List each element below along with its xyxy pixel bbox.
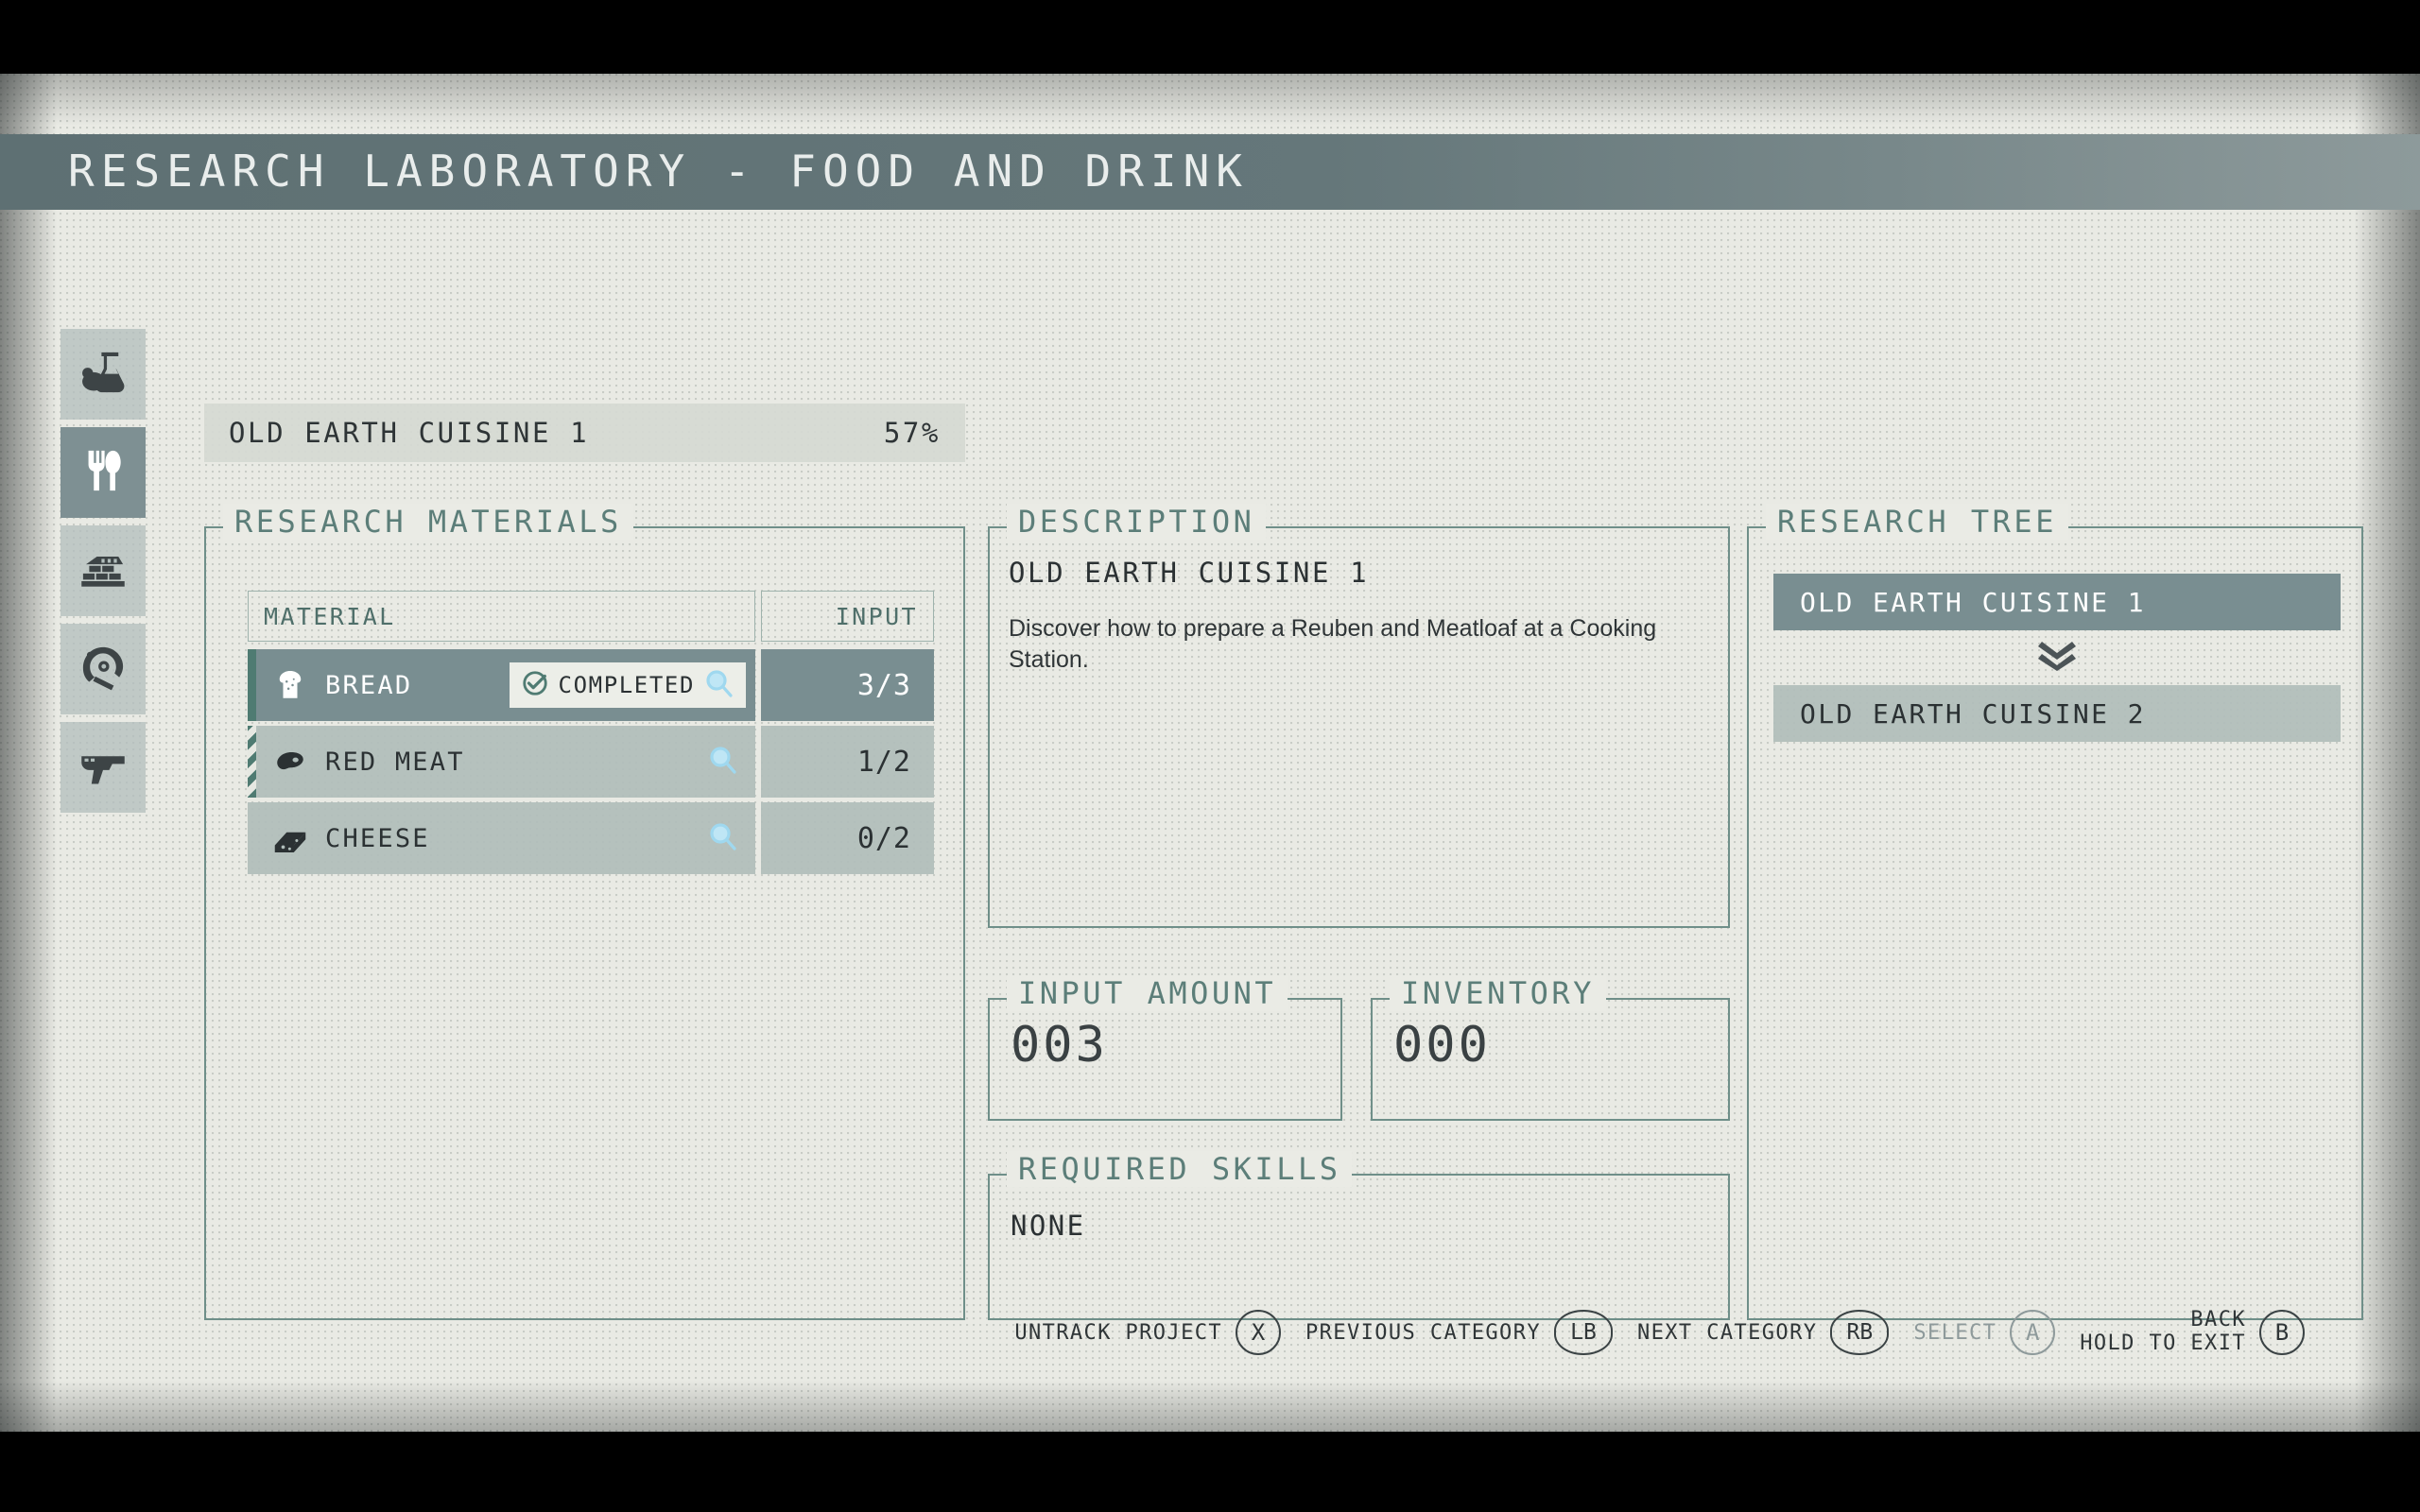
search-icon[interactable] bbox=[704, 668, 735, 703]
project-progress: 57% bbox=[883, 417, 941, 449]
research-tree-legend: RESEARCH TREE bbox=[1766, 504, 2068, 540]
status-badge[interactable]: COMPLETED bbox=[509, 662, 746, 708]
helmet-icon bbox=[78, 643, 128, 696]
sidebar-item-pharmacology[interactable] bbox=[60, 329, 146, 420]
description-title: OLD EARTH CUISINE 1 bbox=[1009, 557, 1370, 589]
bread-icon bbox=[268, 666, 312, 704]
hint-select: SELECT A bbox=[1913, 1310, 2056, 1355]
materials-table: MATERIAL INPUT BREAD COMPLETED 3/3 RED M… bbox=[248, 591, 934, 879]
button-glyph-rb: RB bbox=[1830, 1310, 1890, 1355]
required-skills-panel: REQUIRED SKILLS NONE bbox=[988, 1151, 1730, 1320]
check-circle-icon bbox=[521, 669, 549, 702]
button-glyph-lb: LB bbox=[1553, 1310, 1613, 1355]
material-name: CHEESE bbox=[325, 823, 430, 853]
footer-control-hints: UNTRACK PROJECT X PREVIOUS CATEGORY LB N… bbox=[0, 1299, 2363, 1366]
chevron-double-down-icon bbox=[2036, 640, 2078, 677]
required-skills-legend: REQUIRED SKILLS bbox=[1007, 1151, 1353, 1187]
sidebar-item-food-and-drink[interactable] bbox=[60, 427, 146, 518]
inventory-value: 000 bbox=[1393, 1017, 1491, 1074]
tree-node-next[interactable]: OLD EARTH CUISINE 2 bbox=[1773, 685, 2341, 742]
description-panel: DESCRIPTION OLD EARTH CUISINE 1 Discover… bbox=[988, 504, 1730, 928]
hint-back-hold-to-exit[interactable]: BACK HOLD TO EXIT B bbox=[2080, 1309, 2305, 1355]
tracked-project-header[interactable]: OLD EARTH CUISINE 1 57% bbox=[204, 404, 965, 462]
screen-title-bar: RESEARCH LABORATORY - FOOD AND DRINK bbox=[0, 134, 2420, 210]
game-viewport: RESEARCH LABORATORY - FOOD AND DRINK OLD… bbox=[0, 74, 2420, 1432]
status-badge-label: COMPLETED bbox=[558, 672, 695, 698]
research-tree: OLD EARTH CUISINE 1 OLD EARTH CUISINE 2 bbox=[1773, 574, 2341, 742]
project-name: OLD EARTH CUISINE 1 bbox=[229, 417, 590, 449]
table-row[interactable]: BREAD COMPLETED 3/3 bbox=[248, 649, 934, 721]
column-header-input: INPUT bbox=[761, 591, 934, 642]
sidebar-item-equipment[interactable] bbox=[60, 624, 146, 714]
research-materials-panel: RESEARCH MATERIALS MATERIAL INPUT BREAD … bbox=[204, 504, 965, 1320]
row-status-accent bbox=[248, 649, 256, 721]
sidebar-item-outpost-development[interactable] bbox=[60, 525, 146, 616]
material-input-value: 3/3 bbox=[761, 649, 934, 721]
hint-label: PREVIOUS CATEGORY bbox=[1305, 1320, 1541, 1345]
input-amount-legend: INPUT AMOUNT bbox=[1007, 975, 1288, 1011]
cheese-icon bbox=[268, 819, 312, 857]
hint-next-category[interactable]: NEXT CATEGORY RB bbox=[1636, 1310, 1890, 1355]
hint-label: NEXT CATEGORY bbox=[1636, 1320, 1818, 1345]
table-row[interactable]: RED MEAT 1/2 bbox=[248, 726, 934, 798]
material-name: RED MEAT bbox=[325, 747, 465, 777]
materials-table-header: MATERIAL INPUT bbox=[248, 591, 934, 642]
research-materials-legend: RESEARCH MATERIALS bbox=[223, 504, 633, 540]
tree-link bbox=[1773, 630, 2341, 685]
search-icon[interactable] bbox=[708, 821, 738, 856]
column-header-material: MATERIAL bbox=[248, 591, 755, 642]
search-icon[interactable] bbox=[708, 745, 738, 780]
tree-node-current[interactable]: OLD EARTH CUISINE 1 bbox=[1773, 574, 2341, 630]
hint-label: SELECT bbox=[1913, 1320, 1997, 1345]
game-screen: RESEARCH LABORATORY - FOOD AND DRINK OLD… bbox=[0, 0, 2420, 1512]
material-input-value: 1/2 bbox=[761, 726, 934, 798]
table-row[interactable]: CHEESE 0/2 bbox=[248, 802, 934, 874]
page-title: RESEARCH LABORATORY - FOOD AND DRINK bbox=[68, 145, 1249, 197]
sidebar-item-weaponry[interactable] bbox=[60, 722, 146, 813]
hint-label: UNTRACK PROJECT bbox=[1014, 1320, 1223, 1345]
research-tree-panel: RESEARCH TREE OLD EARTH CUISINE 1 OLD EA… bbox=[1747, 504, 2363, 1320]
input-amount-panel: INPUT AMOUNT 003 bbox=[988, 975, 1342, 1121]
inventory-panel: INVENTORY 000 bbox=[1371, 975, 1730, 1121]
description-body: Discover how to prepare a Reuben and Mea… bbox=[1009, 615, 1657, 673]
wall-icon bbox=[78, 544, 128, 598]
meat-icon bbox=[268, 743, 312, 781]
hint-label-hold-to-exit: HOLD TO EXIT bbox=[2080, 1332, 2246, 1355]
hint-previous-category[interactable]: PREVIOUS CATEGORY LB bbox=[1305, 1310, 1613, 1355]
required-skills-value: NONE bbox=[1011, 1210, 1086, 1242]
category-sidebar[interactable] bbox=[60, 329, 146, 820]
input-amount-value: 003 bbox=[1011, 1017, 1108, 1074]
button-glyph-a: A bbox=[2010, 1310, 2056, 1355]
description-legend: DESCRIPTION bbox=[1007, 504, 1267, 540]
pistol-icon bbox=[78, 741, 128, 795]
cutlery-icon bbox=[78, 446, 128, 500]
hint-label-back: BACK bbox=[2190, 1308, 2246, 1332]
material-name: BREAD bbox=[325, 670, 413, 700]
flask-icon bbox=[78, 348, 128, 402]
button-glyph-x: X bbox=[1236, 1310, 1282, 1355]
hint-untrack-project[interactable]: UNTRACK PROJECT X bbox=[1014, 1310, 1282, 1355]
button-glyph-b: B bbox=[2259, 1310, 2305, 1355]
row-status-accent bbox=[248, 726, 256, 798]
material-input-value: 0/2 bbox=[761, 802, 934, 874]
inventory-legend: INVENTORY bbox=[1390, 975, 1606, 1011]
